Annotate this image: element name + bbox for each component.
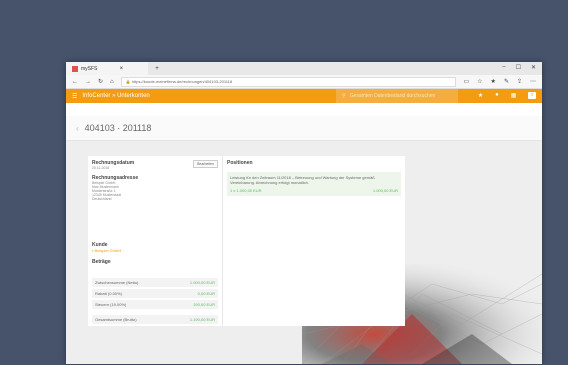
- edit-button[interactable]: Bearbeiten: [193, 160, 218, 168]
- app-breadcrumb[interactable]: InfoCenter » Unterkonten: [82, 93, 149, 99]
- more-icon[interactable]: ⋯: [530, 78, 536, 85]
- close-tab-icon[interactable]: ×: [118, 66, 124, 72]
- user-badge[interactable]: IT: [528, 92, 536, 99]
- address-line: Deutschland: [92, 197, 112, 201]
- help-icon[interactable]: ●: [495, 92, 499, 99]
- search-icon: ⚲: [342, 93, 346, 99]
- page-title: 404103 · 201118: [84, 123, 152, 133]
- building-icon: ▪: [92, 248, 94, 253]
- browser-titlebar: mySFS × + – ☐ ✕: [66, 62, 542, 75]
- total-row: Gesamtsumme (Brutto) 1.190,00 EUR: [92, 315, 218, 324]
- sum-label: Rabatt (0.00%): [95, 291, 122, 296]
- sum-value: 1.000,00 EUR: [189, 280, 215, 285]
- browser-window: mySFS × + – ☐ ✕ ← → ↻ ⌂ 🔒 https://kunde-…: [66, 62, 542, 364]
- sum-value: 0,00 EUR: [197, 291, 215, 296]
- sum-label: Zwischensumme (Netto): [95, 280, 139, 285]
- position-item[interactable]: Leistung für den Zeitraum 11/2018 – Betr…: [227, 172, 401, 196]
- maximize-icon[interactable]: ☐: [516, 64, 521, 71]
- menu-icon[interactable]: ☰: [72, 93, 77, 100]
- sum-row: Steuern (19.00%) 190,00 EUR: [92, 300, 218, 309]
- refresh-icon[interactable]: ↻: [98, 78, 103, 85]
- sum-value: 190,00 EUR: [193, 302, 215, 307]
- tab-favicon-icon: [72, 65, 78, 72]
- calendar-icon[interactable]: ▦: [511, 92, 517, 99]
- browser-navbar: ← → ↻ ⌂ 🔒 https://kunde-meinefirma.de/re…: [66, 75, 542, 89]
- position-amount: 1.000,00 EUR: [372, 188, 398, 193]
- home-icon[interactable]: ⌂: [110, 79, 114, 85]
- minimize-icon[interactable]: –: [502, 64, 505, 71]
- total-label: Gesamtsumme (Brutto): [95, 317, 137, 322]
- invoice-details-card: Rechnungsdatum 20.11.2018 Bearbeiten Rec…: [88, 156, 222, 326]
- sum-label: Steuern (19.00%): [95, 302, 127, 307]
- share-icon[interactable]: ⇪: [517, 78, 522, 85]
- reading-view-icon[interactable]: ▭: [463, 78, 469, 85]
- main-content: ‹ 404103 · 201118 Rechnungsdatum 20.11.2…: [66, 116, 542, 364]
- browser-toolbar-icons: ▭ ☆ ★ ✎ ⇪ ⋯: [463, 78, 536, 85]
- kunde-value: Beispiel GmbH: [94, 248, 122, 253]
- total-value: 1.190,00 EUR: [189, 317, 215, 322]
- position-quantity: 1 x 1.000,00 EUR: [230, 188, 262, 193]
- position-description: Leistung für den Zeitraum 11/2018 – Betr…: [230, 175, 375, 185]
- url-bar[interactable]: 🔒 https://kunde-meinefirma.de/rechnungen…: [120, 76, 457, 87]
- sum-row: Zwischensumme (Netto) 1.000,00 EUR: [92, 278, 218, 287]
- positions-title: Positionen: [227, 160, 253, 166]
- forward-icon[interactable]: →: [85, 79, 91, 85]
- sum-row: Rabatt (0.00%) 0,00 EUR: [92, 289, 218, 298]
- search-input[interactable]: Gesamten Datenbestand durchsuchen: [350, 93, 436, 99]
- lock-icon: 🔒: [125, 78, 131, 84]
- favorites-icon[interactable]: ★: [491, 78, 496, 85]
- notes-icon[interactable]: ✎: [504, 78, 509, 85]
- app-header-icons: ★ ● ▦ IT: [478, 92, 536, 99]
- position-amount-row: 1 x 1.000,00 EUR 1.000,00 EUR: [230, 188, 398, 193]
- star-icon[interactable]: ★: [478, 92, 483, 99]
- close-window-icon[interactable]: ✕: [531, 64, 536, 71]
- positions-card: Positionen Leistung für den Zeitraum 11/…: [222, 156, 405, 326]
- url-text: https://kunde-meinefirma.de/rechnungen/4…: [131, 78, 233, 84]
- browser-tab[interactable]: mySFS ×: [66, 62, 148, 75]
- betraege-label: Beträge: [92, 259, 111, 265]
- tab-title: mySFS: [81, 65, 98, 72]
- new-tab-icon[interactable]: +: [154, 66, 160, 72]
- global-search[interactable]: ⚲ Gesamten Datenbestand durchsuchen: [336, 89, 458, 103]
- back-icon[interactable]: ←: [72, 79, 78, 85]
- favorite-star-icon[interactable]: ☆: [477, 78, 482, 85]
- app-header: ☰ InfoCenter » Unterkonten ⚲ Gesamten Da…: [66, 89, 542, 103]
- kunde-link[interactable]: ▪ Beispiel GmbH: [92, 248, 218, 253]
- window-controls: – ☐ ✕: [502, 64, 536, 71]
- page-header: ‹ 404103 · 201118: [66, 116, 542, 141]
- back-chevron-icon[interactable]: ‹: [76, 124, 79, 133]
